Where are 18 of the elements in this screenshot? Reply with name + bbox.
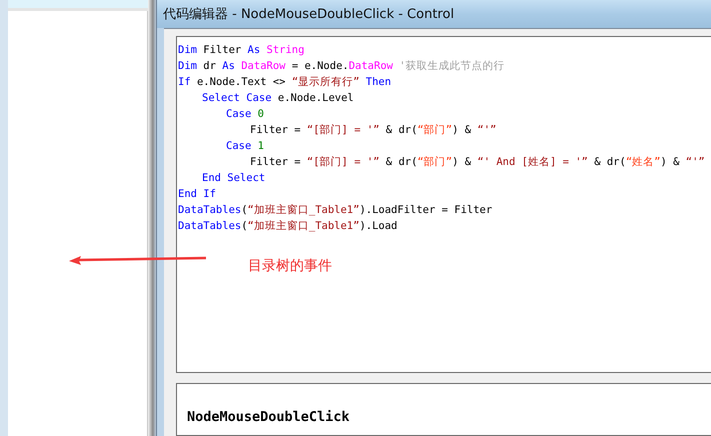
code-line: If e.Node.Text <> “显示所有行” Then [178,75,392,90]
arrow-icon [69,256,206,265]
code-line: DataTables(“加班主窗口_Table1”).LoadFilter = Filter [178,203,492,218]
code-line: End If [178,187,216,202]
code-line: Filter = “[部门] = '” & dr(“部门”) & “'” [249,123,496,138]
code-editor[interactable] [176,36,711,373]
window-title: 代码编辑器 - NodeMouseDoubleClick - Control [163,6,454,23]
annotation-text: 目录树的事件 [248,257,332,275]
code-line: Case 1 [225,139,264,154]
splitter[interactable] [148,0,156,436]
code-line: Filter = “[部门] = '” & dr(“部门”) & “' And [姓名] = '” & dr(“姓名”) & “'” [249,155,705,170]
code-line: Dim dr As DataRow = e.Node.DataRow '获取生成此节点的行 [178,59,505,74]
code-line: End Select [201,171,266,186]
code-line: Select Case e.Node.Level [201,91,354,106]
code-line: Case 0 [225,107,264,122]
event-name: NodeMouseDoubleClick [187,409,350,425]
code-line: Dim Filter As String [178,43,304,58]
code-line: DataTables(“加班主窗口_Table1”).Load [178,219,398,234]
